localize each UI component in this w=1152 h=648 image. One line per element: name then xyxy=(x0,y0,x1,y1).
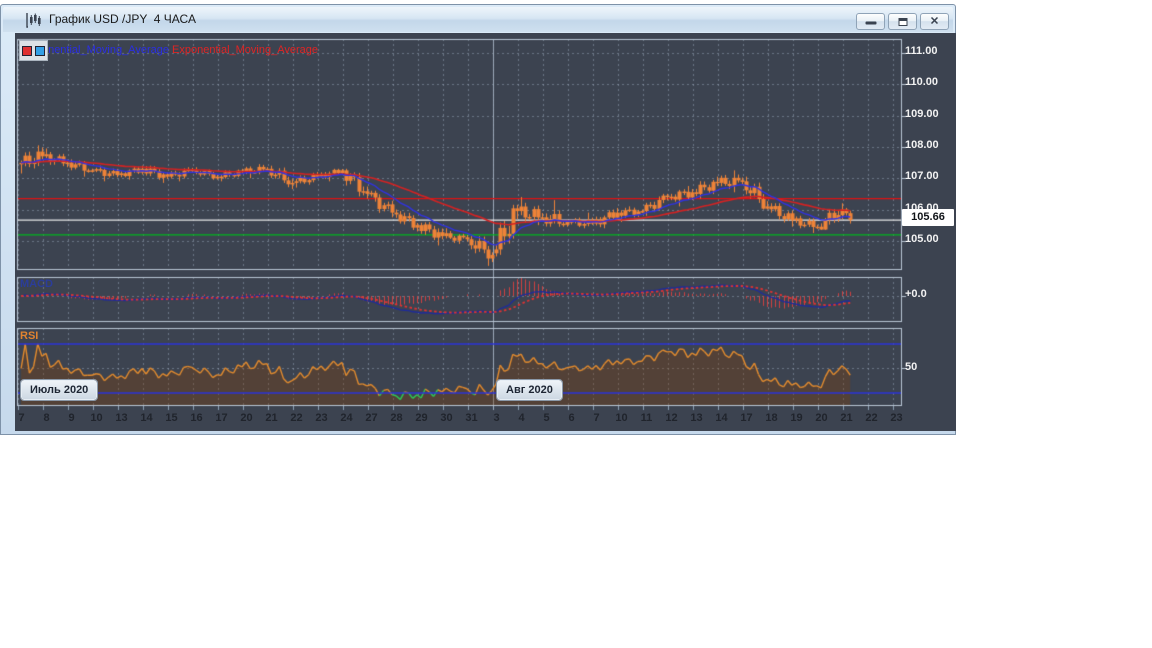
date-tick-label: 5 xyxy=(543,412,550,424)
date-tick-label: 7 xyxy=(18,412,25,424)
macd-axis-label: +0.0 xyxy=(905,288,927,300)
date-tick-label: 21 xyxy=(840,412,853,424)
date-tick-label: 24 xyxy=(340,412,353,424)
ema-slow-legend-label: Exponential_Moving_Average xyxy=(172,44,318,56)
month-flag-july: Июль 2020 xyxy=(19,379,99,401)
price-tick-label: 111.00 xyxy=(905,45,938,57)
window-title: График USD /JPY 4 ЧАСА xyxy=(49,12,196,26)
close-icon: ✕ xyxy=(929,15,940,27)
price-tick-label: 105.00 xyxy=(905,232,939,245)
date-tick-label: 13 xyxy=(690,412,703,424)
date-tick-label: 17 xyxy=(215,412,228,424)
date-tick-label: 15 xyxy=(165,412,178,424)
price-tick-label: 108.00 xyxy=(905,138,939,151)
minimize-button[interactable] xyxy=(856,13,885,30)
date-tick-label: 12 xyxy=(665,412,678,424)
date-tick-label: 20 xyxy=(815,412,828,424)
date-tick-label: 30 xyxy=(440,412,453,424)
date-tick-label: 23 xyxy=(890,412,903,424)
rsi-axis-label: 50 xyxy=(905,361,918,373)
date-tick-label: 7 xyxy=(593,412,600,424)
price-tick-label: 109.00 xyxy=(905,107,939,120)
close-button[interactable]: ✕ xyxy=(920,13,949,30)
date-tick-label: 28 xyxy=(390,412,403,424)
date-tick-label: 21 xyxy=(265,412,278,424)
date-tick-label: 10 xyxy=(90,412,103,424)
candlestick-chart-icon xyxy=(26,13,41,28)
date-tick-label: 17 xyxy=(740,412,753,424)
date-tick-label: 14 xyxy=(140,412,153,424)
red-color-swatch-button[interactable] xyxy=(22,45,32,56)
date-tick-label: 6 xyxy=(568,412,575,424)
rsi-panel-label: RSI xyxy=(20,330,39,342)
date-tick-label: 11 xyxy=(640,412,653,424)
date-tick-label: 16 xyxy=(190,412,203,424)
macd-panel-label: MACD xyxy=(20,278,53,290)
date-tick-label: 8 xyxy=(43,412,50,424)
date-tick-label: 27 xyxy=(365,412,378,424)
legend-color-box xyxy=(19,40,48,61)
date-tick-label: 19 xyxy=(790,412,803,424)
window-titlebar[interactable]: График USD /JPY 4 ЧАСА ✕ xyxy=(3,7,953,32)
price-chart-canvas[interactable] xyxy=(15,33,956,431)
blue-color-swatch-button[interactable] xyxy=(35,45,45,56)
minimize-icon xyxy=(865,21,876,24)
month-flag-august: Авг 2020 xyxy=(496,379,563,401)
date-tick-label: 9 xyxy=(68,412,75,424)
date-tick-label: 3 xyxy=(493,412,500,424)
date-tick-label: 10 xyxy=(615,412,628,424)
indicator-legend: Exponential_Moving_Average Exponential_M… xyxy=(23,44,318,56)
date-tick-label: 22 xyxy=(290,412,303,424)
date-tick-label: 29 xyxy=(415,412,428,424)
date-tick-label: 18 xyxy=(765,412,778,424)
date-tick-label: 23 xyxy=(315,412,328,424)
date-tick-label: 4 xyxy=(518,412,525,424)
restore-icon xyxy=(898,17,907,26)
date-tick-label: 20 xyxy=(240,412,253,424)
price-tick-label: 107.00 xyxy=(905,170,939,183)
date-tick-label: 14 xyxy=(715,412,728,424)
current-price-label: 105.66 xyxy=(902,209,954,226)
restore-button[interactable] xyxy=(888,13,917,30)
date-tick-label: 22 xyxy=(865,412,878,424)
price-tick-label: 110.00 xyxy=(905,76,939,89)
date-tick-label: 13 xyxy=(115,412,128,424)
chart-client-area: Exponential_Moving_Average Exponential_M… xyxy=(15,33,956,431)
chart-window: График USD /JPY 4 ЧАСА ✕ Exponential_Mov… xyxy=(0,4,956,435)
date-tick-label: 31 xyxy=(465,412,478,424)
